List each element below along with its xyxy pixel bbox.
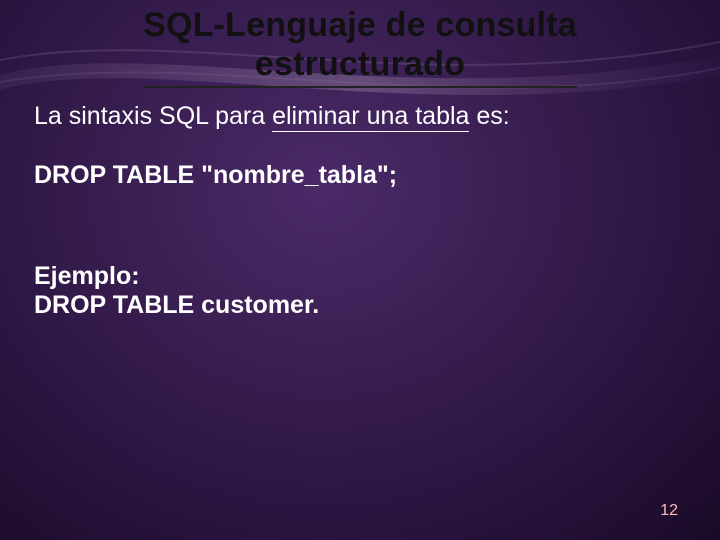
slide-title-wrap: SQL-Lenguaje de consulta estructurado: [0, 0, 720, 88]
syntax-line: DROP TABLE "nombre_tabla";: [34, 161, 686, 190]
example-label: Ejemplo:: [34, 262, 686, 291]
intro-prefix: La sintaxis SQL para: [34, 102, 272, 130]
slide-content: La sintaxis SQL para eliminar una tabla …: [0, 88, 720, 320]
title-line-1: SQL-Lenguaje de consulta: [143, 6, 577, 44]
intro-suffix: es:: [469, 102, 509, 130]
intro-underlined: eliminar una tabla: [272, 102, 469, 132]
intro-line: La sintaxis SQL para eliminar una tabla …: [34, 102, 686, 131]
title-line-2: estructurado: [255, 45, 465, 83]
example-code: DROP TABLE customer.: [34, 291, 686, 320]
slide-title: SQL-Lenguaje de consulta estructurado: [143, 6, 577, 88]
page-number: 12: [660, 502, 678, 520]
